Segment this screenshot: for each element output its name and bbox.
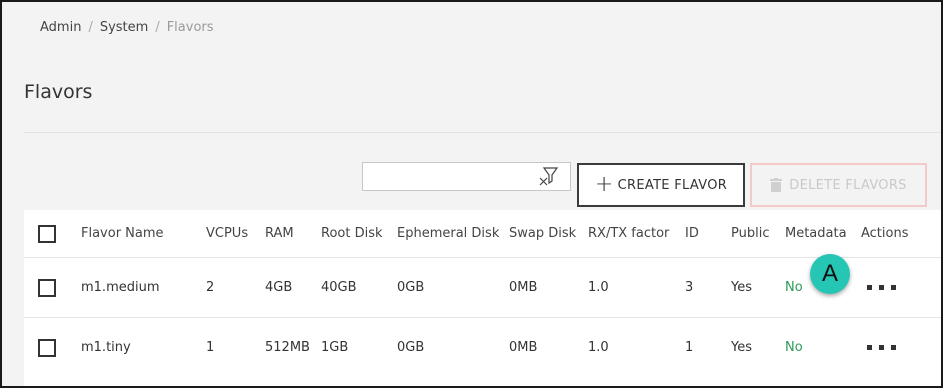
public: Yes [731, 280, 752, 295]
vcpus: 2 [206, 280, 215, 295]
more-actions-icon [867, 345, 896, 350]
breadcrumb-current: Flavors [166, 20, 214, 35]
column-header[interactable]: Root Disk [321, 210, 383, 257]
rxtx-factor: 1.0 [588, 280, 609, 295]
divider [24, 132, 941, 133]
row-checkbox[interactable] [38, 278, 56, 297]
actions-menu[interactable] [867, 258, 896, 317]
column-header[interactable]: VCPUs [206, 210, 248, 257]
column-header: Actions [861, 226, 909, 241]
column-header[interactable]: Ephemeral Disk [397, 210, 499, 257]
column-header[interactable]: Public [731, 210, 769, 257]
flavor-name: m1.tiny [81, 340, 131, 355]
breadcrumb-admin[interactable]: Admin [40, 20, 81, 35]
app-window: Admin / System / Flavors Flavors + CREAT… [0, 0, 943, 388]
rxtx-factor: 1.0 [588, 340, 609, 355]
row-checkbox-cell [38, 258, 56, 317]
column-header[interactable]: ID [685, 210, 699, 257]
select-all-checkbox-cell [38, 210, 56, 257]
plus-icon: + [594, 172, 614, 197]
swap-disk: 0MB [509, 340, 538, 355]
root-disk: 1GB [321, 340, 349, 355]
page-title: Flavors [24, 81, 93, 103]
breadcrumb-separator: / [88, 20, 93, 35]
delete-flavors-button[interactable]: DELETE FLAVORS [750, 163, 927, 207]
breadcrumb-system[interactable]: System [100, 20, 148, 35]
flavors-table: Flavor Name VCPUs RAM Root Disk Ephemera… [24, 210, 941, 386]
public: Yes [731, 340, 752, 355]
flavor-name: m1.medium [81, 280, 160, 295]
create-flavor-label: CREATE FLAVOR [617, 177, 728, 193]
table-row: m1.medium 2 4GB 40GB 0GB 0MB 1.0 3 Yes N… [24, 258, 941, 318]
column-header[interactable]: Metadata [785, 210, 847, 257]
table-row: m1.tiny 1 512MB 1GB 0GB 0MB 1.0 1 Yes No [24, 318, 941, 386]
breadcrumb: Admin / System / Flavors [40, 20, 214, 35]
row-checkbox-cell [38, 318, 56, 377]
column-header[interactable]: RAM [265, 210, 294, 257]
table-header-row: Flavor Name VCPUs RAM Root Disk Ephemera… [24, 210, 941, 258]
column-header[interactable]: Swap Disk [509, 210, 576, 257]
annotation-marker: A [810, 254, 850, 294]
root-disk: 40GB [321, 280, 357, 295]
search-input[interactable] [362, 162, 571, 191]
breadcrumb-separator: / [155, 20, 160, 35]
create-flavor-button[interactable]: + CREATE FLAVOR [577, 163, 745, 207]
ram: 512MB [265, 340, 310, 355]
flavor-id: 3 [685, 280, 694, 295]
column-header[interactable]: RX/TX factor [588, 210, 669, 257]
column-header[interactable]: Flavor Name [81, 210, 164, 257]
flavor-id: 1 [685, 340, 694, 355]
delete-flavors-label: DELETE FLAVORS [789, 177, 907, 193]
row-checkbox[interactable] [38, 338, 56, 357]
ephemeral-disk: 0GB [397, 340, 425, 355]
actions-menu[interactable] [867, 318, 896, 377]
swap-disk: 0MB [509, 280, 538, 295]
metadata-link[interactable]: No [785, 258, 803, 317]
ephemeral-disk: 0GB [397, 280, 425, 295]
filter-clear-icon[interactable] [537, 165, 559, 187]
more-actions-icon [867, 285, 896, 290]
metadata-link[interactable]: No [785, 318, 803, 377]
vcpus: 1 [206, 340, 215, 355]
select-all-checkbox[interactable] [38, 224, 56, 243]
ram: 4GB [265, 280, 293, 295]
trash-icon [770, 178, 783, 192]
